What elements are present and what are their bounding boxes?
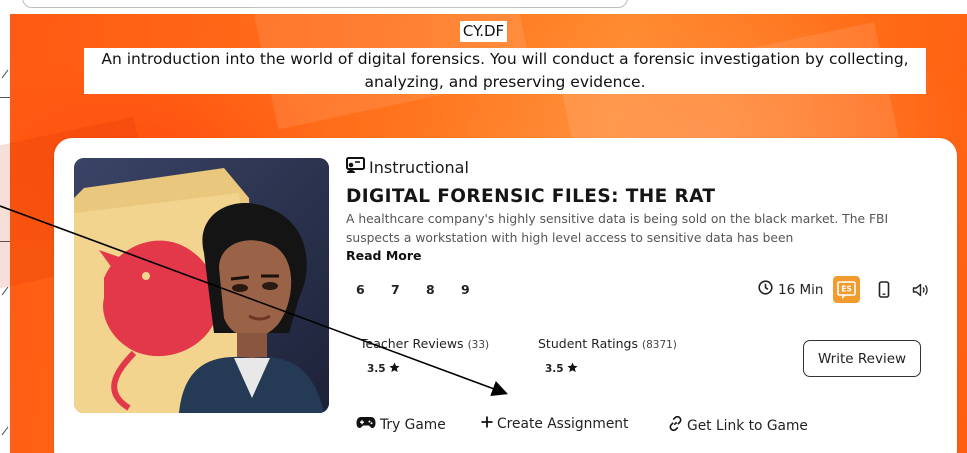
student-rating: 3.5	[545, 362, 578, 376]
duration-label: 16 Min	[778, 281, 824, 298]
mobile-device-icon	[878, 281, 890, 298]
page: CY.DF An introduction into the world of …	[0, 0, 967, 453]
audio-icon	[912, 283, 930, 297]
game-artwork	[74, 158, 329, 413]
get-link-label: Get Link to Game	[687, 417, 808, 434]
game-type-label: Instructional	[369, 158, 469, 177]
teacher-reviews-label: Teacher Reviews	[360, 336, 464, 351]
game-type: Instructional	[346, 157, 469, 178]
teacher-reviews-count: (33)	[467, 339, 490, 351]
link-icon	[668, 415, 683, 435]
game-description: A healthcare company's highly sensitive …	[346, 212, 889, 245]
course-code-label: CY.DF	[459, 21, 508, 42]
try-game-label: Try Game	[380, 416, 446, 433]
clock-icon	[758, 280, 773, 299]
gamepad-icon	[356, 416, 376, 433]
game-duration: 16 Min	[758, 280, 823, 299]
spanish-language-icon: ES	[833, 276, 861, 303]
grade-level: 8	[426, 282, 435, 297]
get-link-button[interactable]: Get Link to Game	[668, 415, 808, 435]
star-icon	[567, 362, 578, 376]
plus-icon	[481, 416, 493, 432]
game-meta: 16 Min ES	[758, 276, 930, 303]
try-game-button[interactable]: Try Game	[356, 416, 446, 433]
grade-levels: 6 7 8 9	[356, 282, 496, 297]
instructional-icon	[346, 157, 365, 178]
course-description: An introduction into the world of digita…	[84, 48, 926, 94]
teacher-rating: 3.5	[367, 362, 400, 376]
star-icon	[389, 362, 400, 376]
create-assignment-button[interactable]: Create Assignment	[481, 416, 628, 432]
language-badge-label: ES	[842, 284, 853, 293]
grade-level: 7	[391, 282, 400, 297]
read-more-link[interactable]: Read More	[346, 248, 422, 263]
teacher-reviews[interactable]: Teacher Reviews (33)	[360, 336, 489, 351]
game-title[interactable]: DIGITAL FORENSIC FILES: THE RAT	[346, 186, 715, 207]
student-ratings-label: Student Ratings	[538, 336, 638, 351]
course-code: CY.DF	[0, 21, 967, 42]
create-assignment-label: Create Assignment	[497, 416, 629, 432]
grade-level: 9	[461, 282, 470, 297]
grade-level: 6	[356, 282, 365, 297]
student-ratings-count: (8371)	[641, 339, 677, 351]
student-ratings[interactable]: Student Ratings (8371)	[538, 336, 677, 351]
game-thumbnail[interactable]	[74, 158, 329, 413]
student-rating-value: 3.5	[545, 363, 564, 375]
teacher-rating-value: 3.5	[367, 363, 386, 375]
write-review-button[interactable]: Write Review	[803, 340, 921, 377]
